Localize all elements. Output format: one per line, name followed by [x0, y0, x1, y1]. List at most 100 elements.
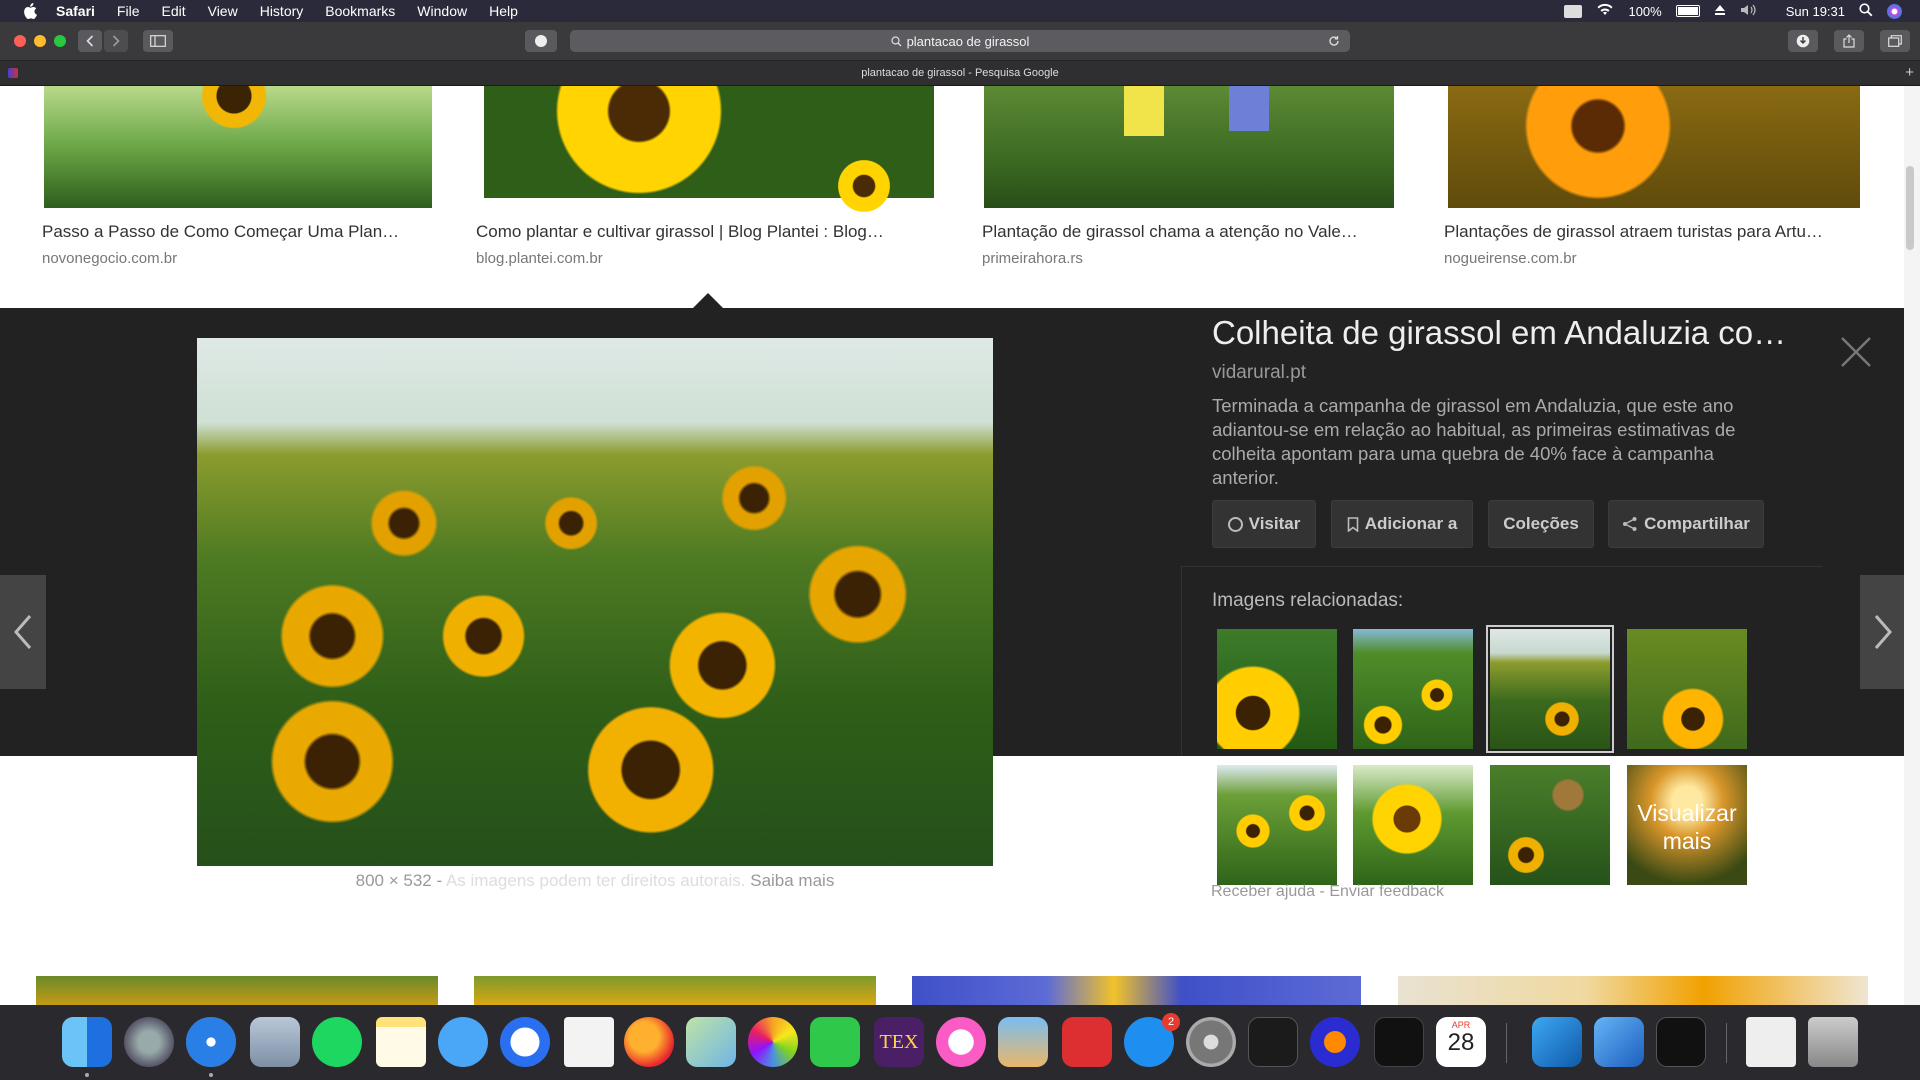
notes-icon[interactable]	[376, 1017, 426, 1067]
forward-button[interactable]	[104, 30, 128, 52]
result-source[interactable]: nogueirense.com.br	[1444, 250, 1577, 267]
scrollbar-thumb[interactable]	[1906, 166, 1914, 250]
zoom-window-button[interactable]	[54, 35, 66, 47]
related-image[interactable]	[1353, 629, 1473, 749]
related-image[interactable]	[1627, 629, 1747, 749]
related-image[interactable]	[1353, 765, 1473, 885]
system-preferences-icon[interactable]	[1186, 1017, 1236, 1067]
related-image[interactable]	[1217, 629, 1337, 749]
documents-stack-icon[interactable]	[1746, 1017, 1796, 1067]
minimize-window-button[interactable]	[34, 35, 46, 47]
eject-icon[interactable]	[1714, 4, 1726, 19]
next-image-button[interactable]	[1860, 575, 1906, 689]
menu-help[interactable]: Help	[489, 3, 518, 19]
result-thumbnail[interactable]	[984, 86, 1394, 208]
preview-site[interactable]: vidarural.pt	[1212, 362, 1306, 384]
menu-edit[interactable]: Edit	[161, 3, 185, 19]
previous-image-button[interactable]	[0, 575, 46, 689]
battery-percent: 100%	[1628, 3, 1662, 19]
image-result-thumbnail[interactable]	[474, 976, 876, 1005]
back-button[interactable]	[78, 30, 102, 52]
audacity-icon[interactable]	[1310, 1017, 1360, 1067]
photos-icon[interactable]	[748, 1017, 798, 1067]
result-thumbnail[interactable]	[44, 86, 432, 208]
finder-icon[interactable]	[62, 1017, 112, 1067]
menu-file[interactable]: File	[117, 3, 140, 19]
menu-history[interactable]: History	[260, 3, 304, 19]
tab-overview-button[interactable]	[1880, 30, 1910, 52]
messenger-icon[interactable]	[438, 1017, 488, 1067]
menu-view[interactable]: View	[208, 3, 238, 19]
activity-monitor-icon[interactable]	[1656, 1017, 1706, 1067]
related-image[interactable]	[1217, 765, 1337, 885]
menu-bookmarks[interactable]: Bookmarks	[325, 3, 395, 19]
close-window-button[interactable]	[14, 35, 26, 47]
apple-menu-icon[interactable]	[20, 0, 40, 22]
clock[interactable]: Sun 19:31	[1786, 4, 1845, 19]
image-result-thumbnail[interactable]	[36, 976, 438, 1005]
battery-icon[interactable]	[1675, 5, 1700, 17]
tab-favicon-icon	[8, 68, 18, 78]
wunderlist-icon[interactable]	[1062, 1017, 1112, 1067]
result-caption[interactable]: Plantação de girassol chama a atenção no…	[982, 222, 1358, 242]
result-thumbnail[interactable]	[484, 86, 934, 216]
shazam-icon[interactable]	[500, 1017, 550, 1067]
terminal-icon[interactable]	[1248, 1017, 1298, 1067]
spotlight-search-icon[interactable]	[1859, 2, 1873, 20]
screen-mirror-icon[interactable]	[1564, 4, 1583, 18]
volume-icon[interactable]	[1740, 4, 1758, 19]
mail-icon[interactable]	[250, 1017, 300, 1067]
unity-icon[interactable]	[1374, 1017, 1424, 1067]
result-thumbnail[interactable]	[1448, 86, 1860, 208]
texshop-icon[interactable]: TEX	[874, 1017, 924, 1067]
address-bar[interactable]: plantacao de girassol	[570, 30, 1350, 52]
spotify-icon[interactable]	[312, 1017, 362, 1067]
share-button[interactable]	[1834, 30, 1864, 52]
tab-bar: plantacao de girassol - Pesquisa Google …	[0, 61, 1920, 86]
xcode-icon[interactable]	[1594, 1017, 1644, 1067]
menu-window[interactable]: Window	[417, 3, 467, 19]
sidebar-toggle-button[interactable]	[143, 30, 173, 52]
feedback-link[interactable]: Enviar feedback	[1329, 883, 1444, 900]
preview-image[interactable]	[197, 338, 993, 866]
active-tab-title[interactable]: plantacao de girassol - Pesquisa Google	[861, 67, 1059, 79]
maps-icon[interactable]	[686, 1017, 736, 1067]
share-result-button[interactable]: Compartilhar	[1608, 500, 1764, 548]
document-icon[interactable]	[564, 1017, 614, 1067]
visit-button[interactable]: Visitar	[1212, 500, 1316, 548]
launchpad-icon[interactable]	[124, 1017, 174, 1067]
image-result-thumbnail[interactable]	[912, 976, 1361, 1005]
new-tab-button[interactable]: +	[1905, 64, 1914, 81]
facetime-icon[interactable]	[810, 1017, 860, 1067]
related-image-selected[interactable]	[1486, 625, 1614, 753]
related-image[interactable]	[1490, 765, 1610, 885]
privacy-report-button[interactable]	[525, 30, 557, 52]
wifi-icon[interactable]	[1596, 3, 1614, 19]
visual-studio-code-icon[interactable]	[1532, 1017, 1582, 1067]
itunes-icon[interactable]	[936, 1017, 986, 1067]
result-caption[interactable]: Como plantar e cultivar girassol | Blog …	[476, 222, 884, 242]
learn-more-link[interactable]: Saiba mais	[750, 871, 834, 890]
trash-icon[interactable]	[1808, 1017, 1858, 1067]
safari-icon[interactable]	[186, 1017, 236, 1067]
tabs-icon	[1888, 35, 1902, 47]
firefox-icon[interactable]	[624, 1017, 674, 1067]
result-caption[interactable]: Plantações de girassol atraem turistas p…	[1444, 222, 1823, 242]
preview-title[interactable]: Colheita de girassol em Andaluzia co…	[1212, 314, 1832, 352]
view-more-tile[interactable]: Visualizar mais	[1627, 765, 1747, 885]
result-source[interactable]: primeirahora.rs	[982, 250, 1083, 267]
result-source[interactable]: novonegocio.com.br	[42, 250, 177, 267]
siri-icon[interactable]	[1887, 3, 1902, 19]
calendar-icon[interactable]: APR 28	[1436, 1017, 1486, 1067]
preview-app-icon[interactable]	[998, 1017, 1048, 1067]
menu-app-name[interactable]: Safari	[56, 3, 95, 19]
image-result-thumbnail[interactable]	[1398, 976, 1868, 1005]
collections-button[interactable]: Coleções	[1488, 500, 1594, 548]
close-preview-button[interactable]	[1838, 334, 1874, 370]
downloads-button[interactable]	[1788, 30, 1818, 52]
result-caption[interactable]: Passo a Passo de Como Começar Uma Plan…	[42, 222, 399, 242]
result-source[interactable]: blog.plantei.com.br	[476, 250, 603, 267]
reload-icon[interactable]	[1328, 35, 1340, 47]
add-to-button[interactable]: Adicionar a	[1331, 500, 1473, 548]
help-link[interactable]: Receber ajuda	[1211, 883, 1315, 900]
